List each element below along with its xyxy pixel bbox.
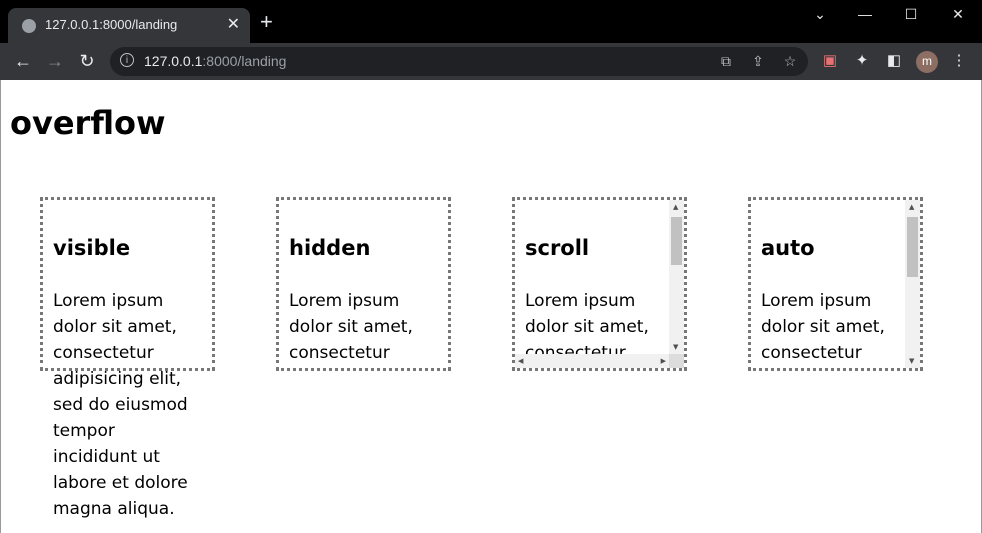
- box-title: auto: [761, 236, 815, 260]
- box-title: visible: [53, 236, 131, 260]
- forward-arrow-icon[interactable]: →: [43, 51, 67, 71]
- minimize-button[interactable]: —: [845, 6, 885, 22]
- horizontal-scrollbar[interactable]: ◀ ▶: [515, 354, 669, 368]
- profile-avatar[interactable]: m: [916, 51, 938, 73]
- vertical-scrollbar[interactable]: ▲ ▼: [669, 200, 684, 354]
- scroll-down-arrow-icon[interactable]: ▼: [909, 357, 914, 365]
- maximize-button[interactable]: ☐: [891, 6, 931, 23]
- tab-strip: 127.0.0.1:8000/landing ✕ + ⌄ — ☐ ✕: [0, 0, 982, 43]
- scroll-up-arrow-icon[interactable]: ▲: [673, 203, 678, 211]
- overflow-scroll-box[interactable]: scroll Lorem ipsum dolor sit amet, conse…: [512, 197, 687, 371]
- globe-icon: [22, 19, 36, 33]
- vertical-scrollbar[interactable]: ▲ ▼: [905, 200, 920, 368]
- scroll-right-arrow-icon[interactable]: ▶: [661, 357, 666, 365]
- overflow-auto-box[interactable]: auto Lorem ipsum dolor sit amet, consect…: [748, 197, 923, 371]
- overflow-visible-box: visible Lorem ipsum dolor sit amet, cons…: [40, 197, 215, 519]
- address-bar[interactable]: i 127.0.0.1:8000/landing ⧉ ⇪ ☆: [110, 47, 808, 76]
- tab-close-icon[interactable]: ✕: [227, 14, 240, 34]
- reload-icon[interactable]: ↻: [75, 51, 99, 71]
- tab-title: 127.0.0.1:8000/landing: [45, 17, 178, 32]
- extensions-puzzle-icon[interactable]: ✦: [853, 52, 871, 70]
- scrollbar-thumb[interactable]: [907, 217, 918, 277]
- page-heading: overflow: [10, 104, 166, 142]
- side-panel-icon[interactable]: ◧: [885, 52, 903, 70]
- close-window-button[interactable]: ✕: [938, 6, 978, 23]
- menu-kebab-icon[interactable]: ⋮: [950, 52, 968, 70]
- url-host: 127.0.0.1: [144, 53, 203, 69]
- box-text: Lorem ipsum dolor sit amet, consectetur …: [761, 291, 885, 363]
- bookmark-star-icon[interactable]: ☆: [780, 53, 800, 70]
- share-icon[interactable]: ⇪: [748, 53, 768, 70]
- scroll-down-arrow-icon[interactable]: ▼: [673, 343, 678, 351]
- scroll-left-arrow-icon[interactable]: ◀: [518, 357, 523, 365]
- new-tab-button[interactable]: +: [260, 11, 273, 33]
- box-text: Lorem ipsum dolor sit amet, consectetur …: [289, 291, 413, 363]
- extension-icon[interactable]: ▣: [821, 52, 839, 70]
- scroll-up-arrow-icon[interactable]: ▲: [909, 203, 914, 211]
- browser-tab[interactable]: 127.0.0.1:8000/landing ✕: [8, 8, 250, 43]
- browser-chrome: 127.0.0.1:8000/landing ✕ + ⌄ — ☐ ✕ ← → ↻…: [0, 0, 982, 80]
- url-text[interactable]: 127.0.0.1:8000/landing: [144, 53, 286, 69]
- box-title: scroll: [525, 236, 590, 260]
- translate-icon[interactable]: ⧉: [716, 53, 736, 70]
- scrollbar-corner: [669, 354, 684, 368]
- site-info-icon[interactable]: i: [120, 53, 134, 67]
- back-arrow-icon[interactable]: ←: [11, 51, 35, 71]
- url-path: :8000/landing: [202, 53, 287, 69]
- page-content: overflow visible Lorem ipsum dolor sit a…: [0, 80, 982, 533]
- overflow-hidden-box: hidden Lorem ipsum dolor sit amet, conse…: [276, 197, 451, 371]
- box-text: Lorem ipsum dolor sit amet, consectetur …: [53, 291, 188, 519]
- tab-search-chevron-icon[interactable]: ⌄: [800, 6, 840, 23]
- scrollbar-thumb[interactable]: [671, 217, 682, 265]
- box-title: hidden: [289, 236, 371, 260]
- browser-toolbar: ← → ↻ i 127.0.0.1:8000/landing ⧉ ⇪ ☆ ▣ ✦…: [0, 43, 982, 80]
